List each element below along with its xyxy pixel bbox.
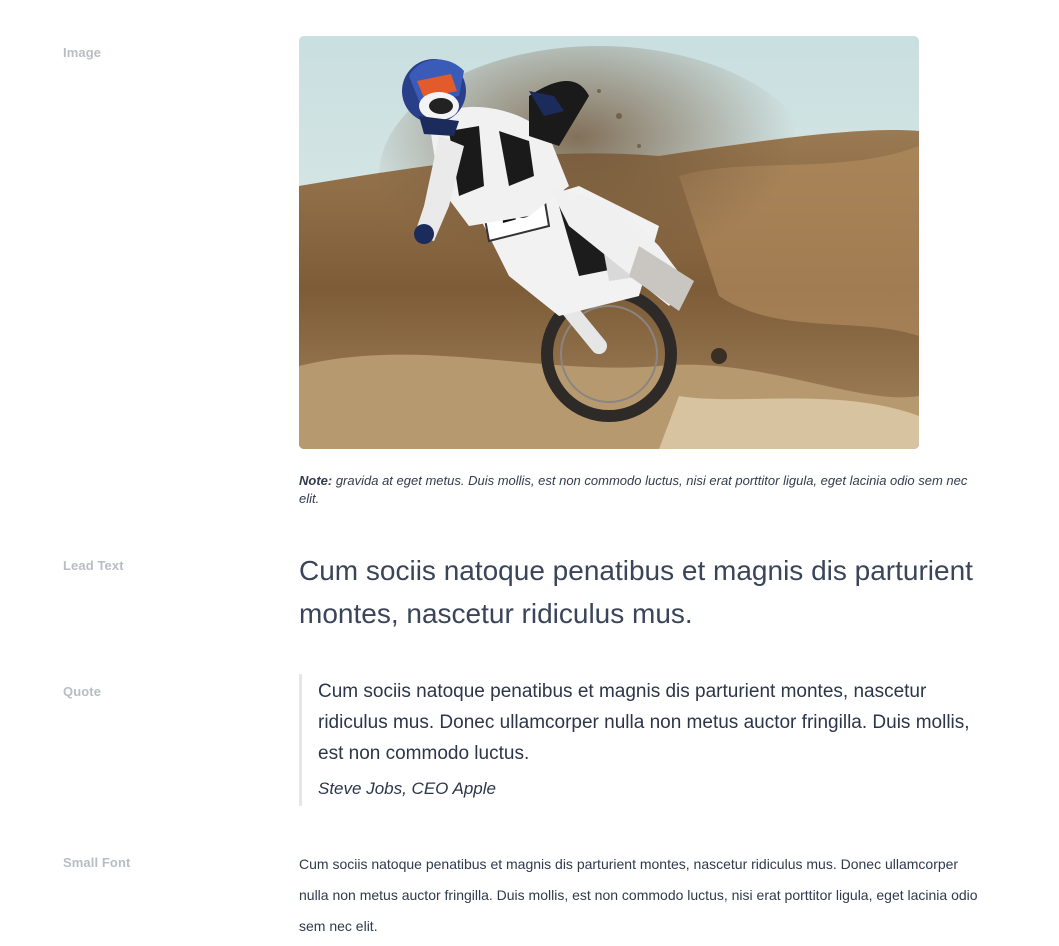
quote-row-label: Quote — [63, 684, 102, 699]
small-font-paragraph: Cum sociis natoque penatibus et magnis d… — [299, 856, 978, 934]
image-note: Note: gravida at eget metus. Duis mollis… — [299, 472, 989, 508]
lead-paragraph: Cum sociis natoque penatibus et magnis d… — [299, 555, 973, 629]
quote-text: Cum sociis natoque penatibus et magnis d… — [318, 681, 970, 764]
lead-text-row-label: Lead Text — [63, 558, 124, 573]
small-font-row-label: Small Font — [63, 855, 131, 870]
image-row-label: Image — [63, 45, 102, 60]
motocross-photo: 15 — [299, 36, 919, 449]
note-text: gravida at eget metus. Duis mollis, est … — [299, 473, 968, 506]
quote-citation: Steve Jobs, CEO Apple — [318, 779, 496, 798]
blockquote: Cum sociis natoque penatibus et magnis d… — [299, 674, 989, 806]
note-label: Note: — [299, 473, 333, 488]
